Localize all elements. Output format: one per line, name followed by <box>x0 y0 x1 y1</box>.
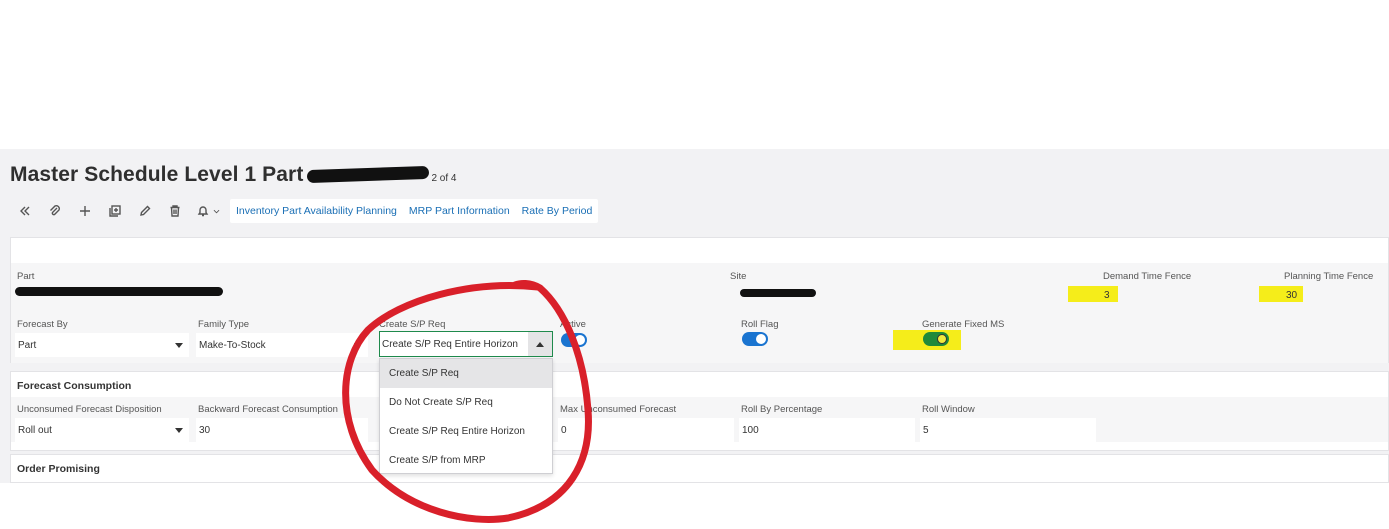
forecast-consumption-section: Forecast Consumption Unconsumed Forecast… <box>10 371 1389 451</box>
toolbar-links: Inventory Part Availability Planning MRP… <box>230 199 599 223</box>
create-sp-req-dropdown: Create S/P Req Do Not Create S/P Req Cre… <box>379 358 553 474</box>
master-schedule-page: Master Schedule Level 1 Part 2 of 4 Inve… <box>0 149 1389 483</box>
caret-down-icon <box>175 343 183 348</box>
dropdown-option-create-sp-from-mrp[interactable]: Create S/P from MRP <box>380 446 552 475</box>
caret-down-icon <box>175 428 183 433</box>
max-unconsumed-forecast-label: Max Unconsumed Forecast <box>560 404 677 415</box>
backward-forecast-consumption-value: 30 <box>199 424 211 436</box>
roll-by-percentage-value: 100 <box>742 424 759 436</box>
part-label: Part <box>17 271 35 282</box>
redacted-site-value <box>740 289 816 297</box>
redacted-part-value <box>15 287 223 296</box>
demand-time-fence-label: Demand Time Fence <box>1103 271 1192 282</box>
unconsumed-forecast-disposition-label: Unconsumed Forecast Disposition <box>17 404 162 415</box>
planning-time-fence-label: Planning Time Fence <box>1284 271 1374 282</box>
dropdown-option-create-sp-req[interactable]: Create S/P Req <box>380 359 552 388</box>
caret-up-icon[interactable] <box>528 332 552 356</box>
unconsumed-forecast-disposition-select[interactable]: Roll out <box>15 418 189 442</box>
backward-forecast-consumption-input[interactable]: 30 <box>196 418 368 442</box>
unconsumed-forecast-disposition-value: Roll out <box>18 424 52 436</box>
chevron-down-icon <box>213 209 219 213</box>
active-label: Active <box>560 319 586 330</box>
family-type-select[interactable]: Make-To-Stock <box>196 333 368 357</box>
link-rate-by-period[interactable]: Rate By Period <box>522 205 593 217</box>
dropdown-option-create-sp-req-entire-horizon[interactable]: Create S/P Req Entire Horizon <box>380 417 552 446</box>
active-toggle[interactable] <box>561 333 587 347</box>
create-sp-req-label: Create S/P Req <box>379 319 446 330</box>
collapse-icon[interactable] <box>10 199 40 223</box>
backward-forecast-consumption-label: Backward Forecast Consumption <box>198 404 338 415</box>
family-type-label: Family Type <box>198 319 250 330</box>
record-count: 2 of 4 <box>431 173 457 184</box>
duplicate-icon[interactable] <box>100 199 130 223</box>
forecast-by-value: Part <box>18 339 37 351</box>
main-card: Part Site Demand Time Fence 3 Planning T… <box>10 237 1389 363</box>
toolbar: Inventory Part Availability Planning MRP… <box>10 199 599 223</box>
forecast-consumption-title: Forecast Consumption <box>17 380 132 392</box>
delete-icon[interactable] <box>160 199 190 223</box>
roll-by-percentage-label: Roll By Percentage <box>741 404 823 415</box>
dropdown-option-do-not-create-sp-req[interactable]: Do Not Create S/P Req <box>380 388 552 417</box>
add-icon[interactable] <box>70 199 100 223</box>
forecast-by-label: Forecast By <box>17 319 68 330</box>
generate-fixed-ms-toggle[interactable] <box>923 332 949 346</box>
edit-icon[interactable] <box>130 199 160 223</box>
planning-time-fence-value: 30 <box>1286 290 1298 301</box>
roll-window-value: 5 <box>923 424 929 436</box>
link-inventory-part-availability-planning[interactable]: Inventory Part Availability Planning <box>236 205 397 217</box>
roll-by-percentage-input[interactable]: 100 <box>739 418 915 442</box>
roll-window-input[interactable]: 5 <box>920 418 1096 442</box>
site-label: Site <box>730 271 747 282</box>
page-title: Master Schedule Level 1 Part <box>10 163 304 186</box>
family-type-value: Make-To-Stock <box>199 339 266 351</box>
highlight-demand-time-fence <box>1068 286 1118 302</box>
order-promising-section: Order Promising <box>10 454 1389 483</box>
demand-time-fence-value: 3 <box>1104 290 1110 301</box>
caret-down-icon <box>354 343 362 348</box>
create-sp-req-select[interactable]: Create S/P Req Entire Horizon <box>379 331 553 357</box>
max-unconsumed-forecast-input[interactable]: 0 <box>558 418 734 442</box>
order-promising-title: Order Promising <box>17 463 100 475</box>
generate-fixed-ms-label: Generate Fixed MS <box>922 319 1005 330</box>
create-sp-req-value: Create S/P Req Entire Horizon <box>382 338 518 350</box>
roll-flag-label: Roll Flag <box>741 319 779 330</box>
title-row: Master Schedule Level 1 Part 2 of 4 <box>10 163 456 187</box>
attachment-icon[interactable] <box>40 199 70 223</box>
roll-window-label: Roll Window <box>922 404 975 415</box>
link-mrp-part-information[interactable]: MRP Part Information <box>409 205 510 217</box>
roll-flag-toggle[interactable] <box>742 332 768 346</box>
forecast-by-select[interactable]: Part <box>15 333 189 357</box>
bell-icon[interactable] <box>190 199 226 223</box>
max-unconsumed-forecast-value: 0 <box>561 424 567 436</box>
redacted-part-id <box>307 165 430 184</box>
